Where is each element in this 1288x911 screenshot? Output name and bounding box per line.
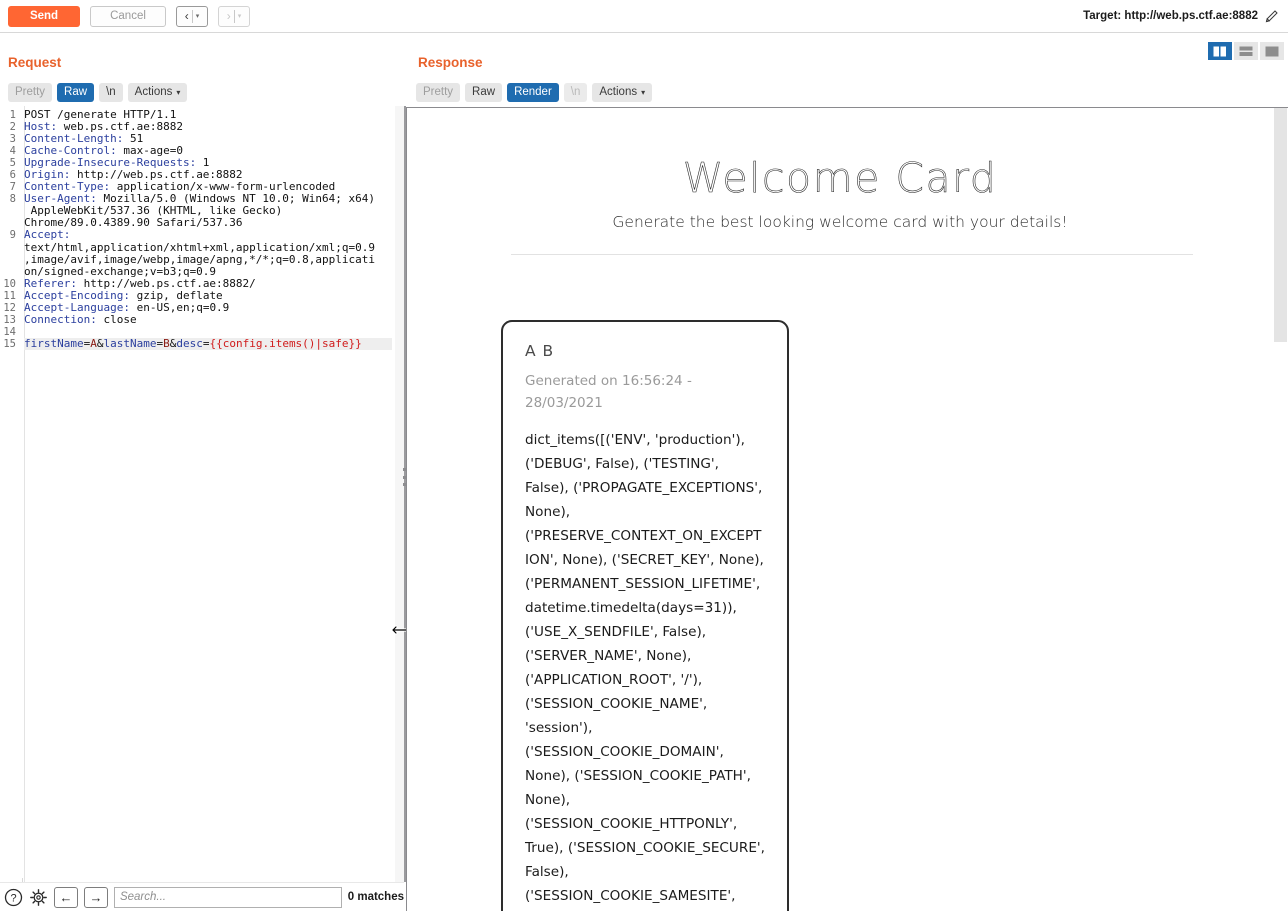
svg-text:?: ?	[10, 892, 16, 904]
search-input[interactable]	[113, 886, 342, 908]
request-panel-title: Request	[8, 55, 62, 70]
burp-repeater-window: Send Cancel ‹ ▾ › ▾ Target: http://web.p…	[0, 0, 1288, 911]
line-number: 10	[3, 277, 16, 290]
chevron-left-icon: ‹	[184, 9, 189, 23]
line-number: 15	[3, 337, 16, 350]
vertical-split-icon	[1213, 46, 1226, 56]
divider	[191, 9, 193, 23]
line-number: 7	[9, 181, 16, 194]
chevron-right-icon: ›	[226, 9, 231, 23]
tab-request-newline[interactable]: \n	[99, 83, 123, 102]
layout-toggle-group	[1208, 42, 1284, 60]
search-next-button[interactable]: →	[83, 886, 108, 908]
response-actions-button[interactable]: Actions ▾	[592, 83, 653, 102]
single-pane-icon	[1265, 46, 1279, 56]
line-number: 11	[3, 289, 16, 302]
response-tab-strip: Pretty Raw Render \n Actions ▾	[416, 83, 653, 102]
request-actions-button[interactable]: Actions ▾	[127, 83, 188, 102]
search-prev-button[interactable]: ←	[54, 886, 78, 908]
card-person-name: A B	[525, 342, 555, 360]
line-number: 5	[9, 157, 16, 170]
card-generated-timestamp: Generated on 16:56:24 - 28/03/2021	[525, 373, 692, 411]
request-bottom-toolbar: ? ← → 0 matches	[0, 882, 404, 911]
chevron-down-icon: ▾	[237, 12, 242, 20]
divider	[233, 9, 235, 23]
pencil-icon[interactable]	[1264, 8, 1280, 24]
layout-horizontal-split-button[interactable]	[1234, 42, 1258, 60]
tab-response-raw[interactable]: Raw	[465, 83, 503, 102]
welcome-card: A B Generated on 16:56:24 - 28/03/2021 d…	[501, 320, 789, 911]
line-number: 2	[9, 121, 16, 134]
request-actions-label: Actions	[134, 86, 173, 98]
forward-button[interactable]: › ▾	[218, 5, 250, 27]
line-number: 9	[9, 229, 16, 242]
layout-single-pane-button[interactable]	[1260, 42, 1284, 60]
request-code-lines: 1 POST /generate HTTP/1.1 2 Host: web.ps.ct…	[0, 108, 392, 350]
chevron-down-icon: ▾	[176, 88, 181, 97]
line-number: 8	[9, 193, 16, 206]
line-content: Chrome/89.0.4389.90 Safari/537.36	[24, 216, 243, 230]
tab-response-pretty[interactable]: Pretty	[416, 83, 461, 102]
line-content: firstName=A&lastName=B&desc={{config.ite…	[20, 337, 392, 350]
send-button[interactable]: Send	[8, 5, 80, 27]
line-number: 13	[3, 313, 16, 326]
target-label: Target: http://web.ps.ctf.ae:8882	[1083, 10, 1258, 22]
request-tab-strip: Pretty Raw \n Actions ▾	[8, 83, 188, 102]
rendered-html-page: Welcome Card Generate the best looking w…	[407, 108, 1273, 911]
top-toolbar: Send Cancel ‹ ▾ › ▾ Target: http://web.p…	[0, 0, 1288, 33]
help-icon[interactable]: ?	[4, 888, 23, 907]
chevron-down-icon: ▾	[641, 88, 646, 97]
response-scrollbar[interactable]	[1273, 108, 1288, 911]
response-panel-title: Response	[418, 55, 483, 70]
line-number: 1	[9, 109, 16, 121]
line-number: 3	[9, 133, 16, 146]
request-code-line: 13 Connection: close	[0, 312, 392, 326]
line-number: 12	[3, 301, 16, 314]
response-scrollbar-thumb[interactable]	[1274, 108, 1287, 342]
line-number: 4	[9, 145, 16, 158]
cancel-button[interactable]: Cancel	[90, 5, 166, 27]
tab-response-render[interactable]: Render	[507, 83, 559, 102]
tab-response-newline: \n	[563, 83, 588, 102]
horizontal-split-icon	[1239, 46, 1253, 56]
request-scrollbar[interactable]	[395, 106, 404, 882]
welcome-card-subheading: Generate the best looking welcome card w…	[612, 213, 1068, 231]
horizontal-rule	[511, 254, 1193, 255]
response-render-area[interactable]: Welcome Card Generate the best looking w…	[406, 107, 1288, 911]
back-button[interactable]: ‹ ▾	[176, 5, 208, 27]
request-code-line: 15 firstName=A&lastName=B&desc={{config.i…	[0, 337, 392, 350]
chevron-down-icon: ▾	[195, 12, 200, 20]
card-description-body: dict_items([('ENV', 'production'), ('DEB…	[525, 432, 765, 904]
search-matches-count: 0 matches	[347, 891, 405, 903]
response-actions-label: Actions	[599, 86, 638, 98]
line-content: Connection: close	[24, 312, 137, 326]
tab-request-pretty[interactable]: Pretty	[8, 83, 53, 102]
gear-icon[interactable]	[29, 888, 48, 907]
request-editor[interactable]: 1 POST /generate HTTP/1.1 2 Host: web.ps.ct…	[0, 106, 404, 882]
layout-vertical-split-button[interactable]	[1208, 42, 1232, 60]
tab-request-raw[interactable]: Raw	[57, 83, 95, 102]
line-number: 6	[9, 169, 16, 182]
welcome-card-heading: Welcome Card	[682, 154, 998, 203]
line-number: 14	[3, 325, 16, 338]
